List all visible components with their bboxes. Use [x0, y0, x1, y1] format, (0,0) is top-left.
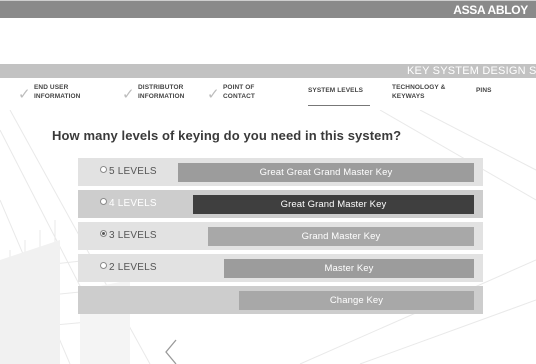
step-label: POINT OF CONTACT — [223, 84, 255, 100]
step-end-user-information[interactable]: ✓ END USER INFORMATION — [18, 80, 98, 110]
radio-button-selected[interactable] — [100, 230, 107, 237]
page: ASSA ABLOY KEY SYSTEM DESIGN S ✓ END USE… — [0, 0, 536, 364]
check-icon: ✓ — [18, 86, 31, 103]
level-option-label[interactable]: 2 LEVELS — [100, 254, 157, 282]
level-text: 2 LEVELS — [109, 262, 157, 273]
brand-logo: ASSA ABLOY — [453, 3, 528, 17]
question-heading: How many levels of keying do you need in… — [52, 128, 402, 143]
key-bar-master: Master Key — [224, 259, 474, 278]
level-option-label[interactable]: 5 LEVELS — [100, 158, 157, 186]
step-navigation: ✓ END USER INFORMATION ✓ DISTRIBUTOR INF… — [0, 80, 536, 110]
radio-button[interactable] — [100, 166, 107, 173]
level-row-5[interactable]: 5 LEVELS Great Great Grand Master Key — [78, 158, 483, 186]
page-title: KEY SYSTEM DESIGN S — [407, 65, 536, 77]
step-label: TECHNOLOGY & KEYWAYS — [392, 84, 446, 100]
key-bar-grand-master: Grand Master Key — [208, 227, 474, 246]
key-bar-great-grand-master: Great Grand Master Key — [193, 195, 474, 214]
level-option-label[interactable]: 3 LEVELS — [100, 222, 157, 250]
key-bar-change-key: Change Key — [239, 291, 474, 310]
check-icon: ✓ — [122, 86, 135, 103]
chevron-left-icon[interactable] — [162, 338, 182, 364]
key-bar-great-great-grand-master: Great Great Grand Master Key — [178, 163, 474, 182]
radio-button[interactable] — [100, 262, 107, 269]
level-text: 4 LEVELS — [109, 198, 157, 209]
level-option-label[interactable]: 4 LEVELS — [100, 190, 157, 218]
radio-button[interactable] — [100, 198, 107, 205]
title-bar: KEY SYSTEM DESIGN S — [0, 64, 536, 78]
level-row-2[interactable]: 2 LEVELS Master Key — [78, 254, 483, 282]
step-technology-keyways[interactable]: TECHNOLOGY & KEYWAYS — [392, 80, 456, 110]
check-icon: ✓ — [207, 86, 220, 103]
step-point-of-contact[interactable]: ✓ POINT OF CONTACT — [207, 80, 277, 110]
step-label: PINS — [476, 87, 492, 94]
level-text: 5 LEVELS — [109, 166, 157, 177]
top-bar: ASSA ABLOY — [0, 0, 536, 18]
step-pins[interactable]: PINS — [476, 80, 516, 110]
step-distributor-information[interactable]: ✓ DISTRIBUTOR INFORMATION — [122, 80, 202, 110]
step-system-levels[interactable]: SYSTEM LEVELS — [308, 80, 374, 110]
step-label: DISTRIBUTOR INFORMATION — [138, 84, 185, 100]
level-text: 3 LEVELS — [109, 230, 157, 241]
step-label: END USER INFORMATION — [34, 84, 81, 100]
level-row-change-key: Change Key — [78, 286, 483, 314]
level-row-4[interactable]: 4 LEVELS Great Grand Master Key — [78, 190, 483, 218]
step-label: SYSTEM LEVELS — [308, 87, 364, 94]
active-step-underline — [308, 105, 370, 106]
level-row-3[interactable]: 3 LEVELS Grand Master Key — [78, 222, 483, 250]
